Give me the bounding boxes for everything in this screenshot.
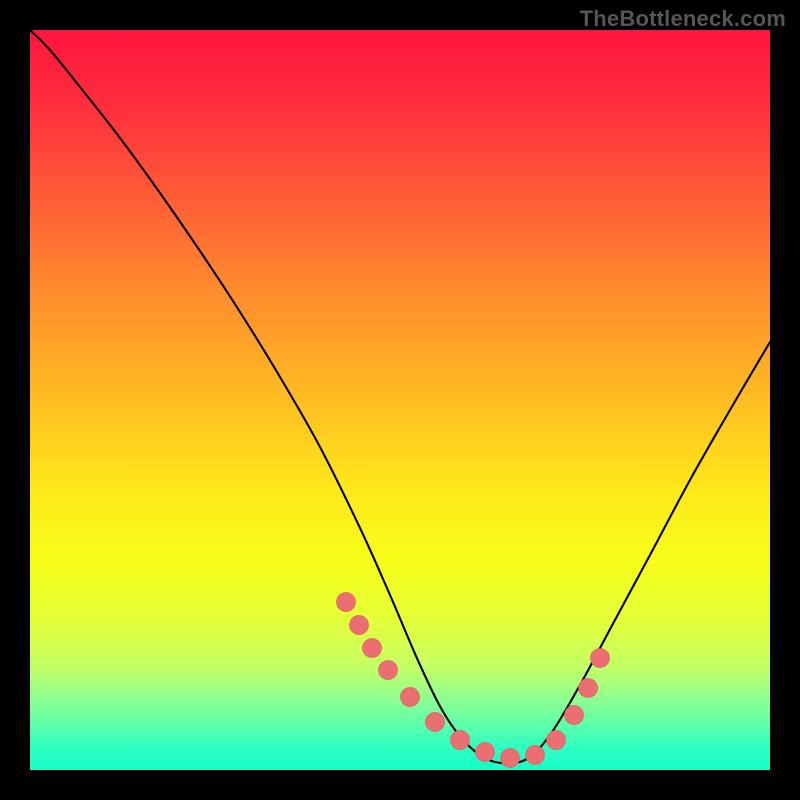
- watermark-text: TheBottleneck.com: [580, 6, 786, 32]
- highlight-dot: [591, 649, 610, 668]
- highlight-dot: [565, 706, 584, 725]
- bottleneck-curve: [30, 30, 770, 764]
- chart-overlay: [30, 30, 770, 770]
- highlight-dot: [363, 639, 382, 658]
- highlight-dot: [451, 731, 470, 750]
- highlight-dots: [337, 593, 610, 768]
- chart-frame: TheBottleneck.com: [0, 0, 800, 800]
- highlight-dot: [337, 593, 356, 612]
- highlight-dot: [526, 746, 545, 765]
- highlight-dot: [426, 713, 445, 732]
- highlight-dot: [476, 743, 495, 762]
- highlight-dot: [401, 688, 420, 707]
- highlight-dot: [547, 731, 566, 750]
- highlight-dot: [350, 616, 369, 635]
- highlight-dot: [501, 749, 520, 768]
- highlight-dot: [579, 679, 598, 698]
- plot-area: [30, 30, 770, 770]
- highlight-dot: [379, 661, 398, 680]
